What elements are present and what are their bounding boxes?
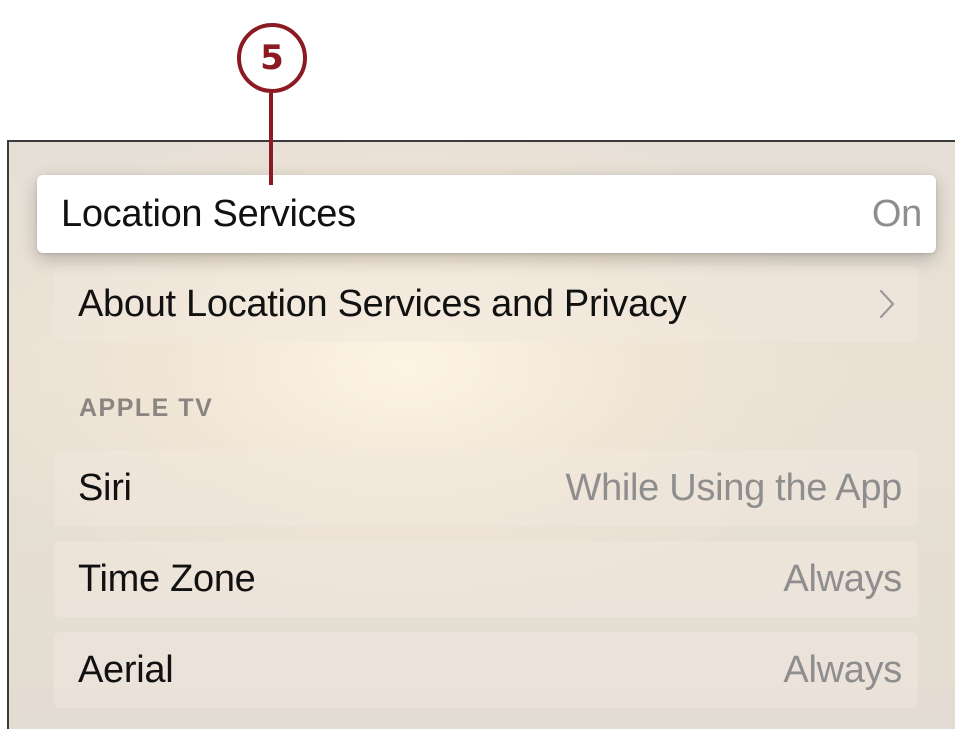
siri-value: While Using the App bbox=[565, 466, 903, 509]
location-services-value: On bbox=[871, 192, 922, 235]
location-services-label: Location Services bbox=[61, 192, 356, 235]
time-zone-label: Time Zone bbox=[78, 557, 256, 600]
callout-line bbox=[269, 93, 273, 185]
siri-label: Siri bbox=[78, 466, 132, 509]
aerial-row[interactable]: Aerial Always bbox=[54, 632, 918, 708]
about-location-services-row[interactable]: About Location Services and Privacy bbox=[54, 266, 918, 342]
settings-screen: Location Services On About Location Serv… bbox=[7, 140, 955, 729]
about-location-services-label: About Location Services and Privacy bbox=[78, 282, 687, 325]
time-zone-row[interactable]: Time Zone Always bbox=[54, 541, 918, 617]
callout-badge: 5 bbox=[237, 23, 307, 93]
aerial-label: Aerial bbox=[78, 648, 174, 691]
aerial-value: Always bbox=[783, 648, 902, 691]
section-header-apple-tv: APPLE TV bbox=[79, 394, 214, 422]
location-services-row[interactable]: Location Services On bbox=[37, 175, 936, 253]
chevron-right-icon bbox=[876, 286, 898, 322]
siri-row[interactable]: Siri While Using the App bbox=[54, 450, 918, 526]
time-zone-value: Always bbox=[783, 557, 902, 600]
callout-number: 5 bbox=[260, 38, 284, 78]
